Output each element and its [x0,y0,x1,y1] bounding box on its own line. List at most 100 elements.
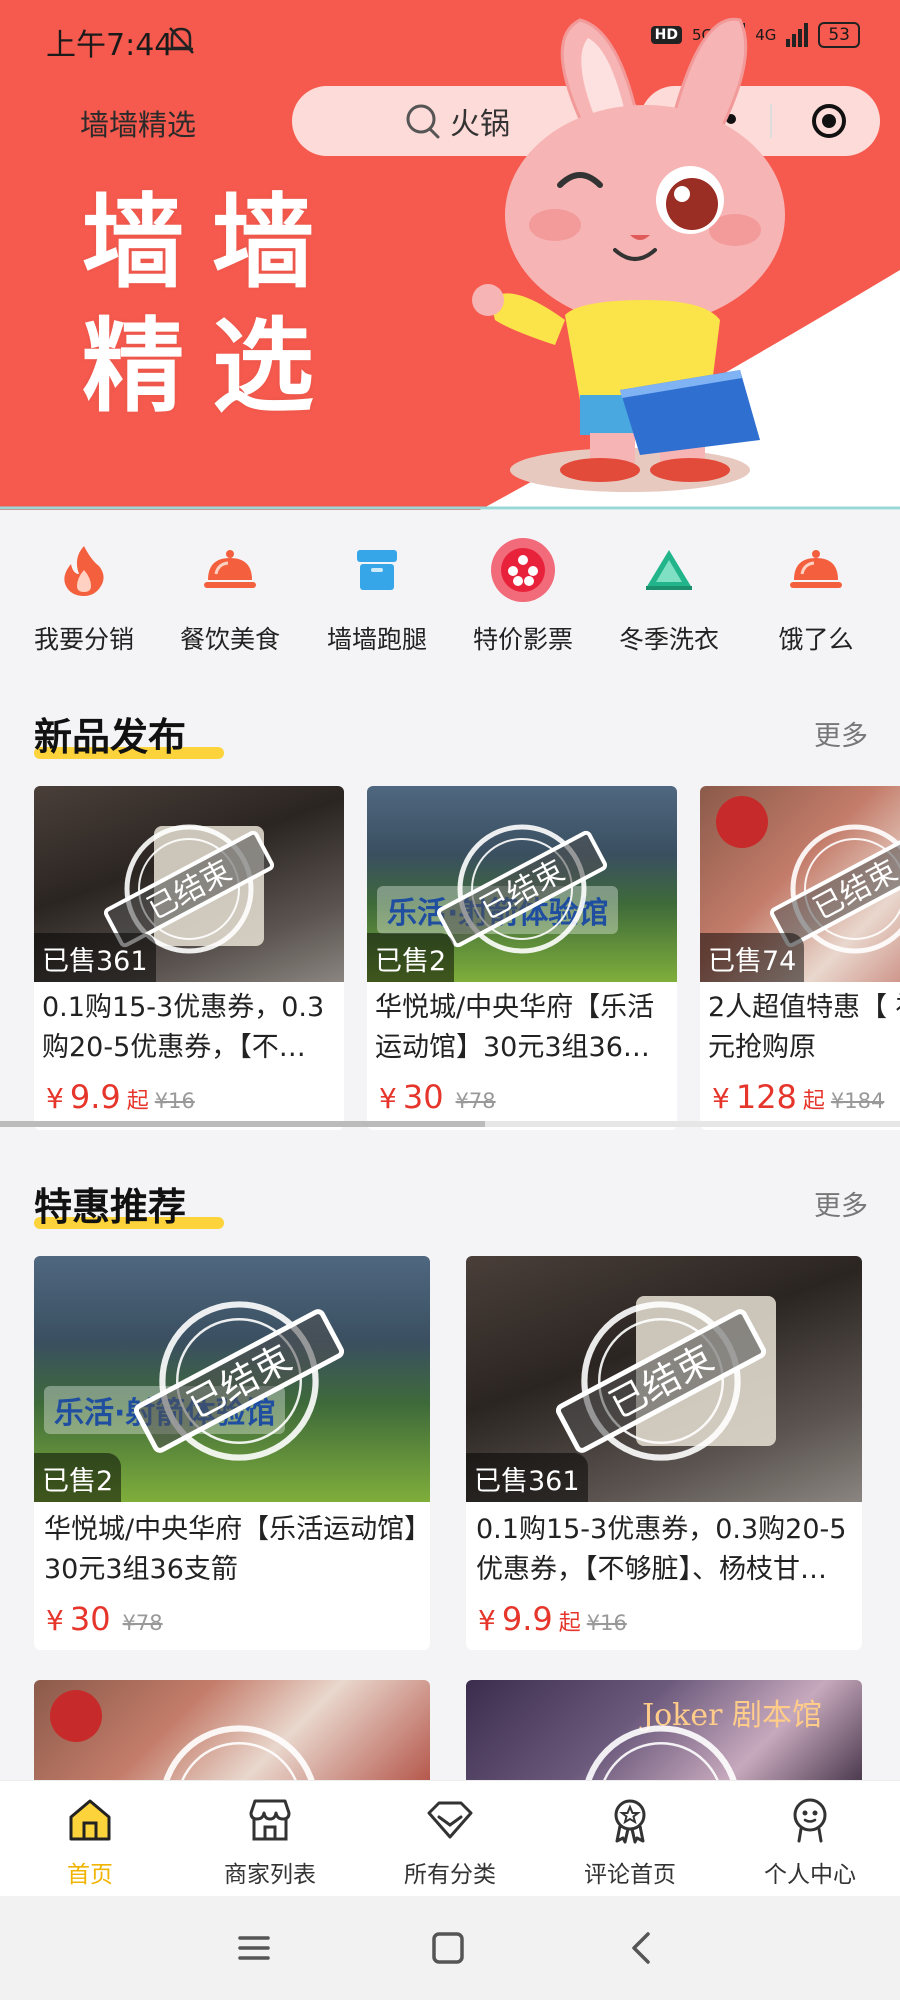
tab-categories[interactable]: 所有分类 [360,1795,540,1889]
category-errand[interactable]: 墙墙跑腿 [307,540,447,656]
status-time: 上午7:44 [46,28,174,63]
box-icon [342,540,412,600]
home-square-icon[interactable] [428,1928,468,1968]
badge-icon [614,1799,646,1844]
banner-title: 墙墙 精选 [82,182,342,430]
triangle-icon [634,540,704,600]
category-grid: 我要分销 餐饮美食 墙墙跑腿 特价影票 冬季洗衣 饿了么 [0,510,900,680]
price-from: 起 [802,1089,825,1114]
category-label: 特价影票 [472,625,573,654]
category-eleme[interactable]: 饿了么 [746,540,886,656]
product-image: 已结束 已售74 [700,786,900,982]
section-title-text: 新品发布 [34,715,187,759]
original-price: ¥184 [830,1089,885,1113]
system-nav-bar [0,1896,900,2000]
header-banner[interactable]: 上午7:44 HD 5G 4G 53 墙墙精选 火锅 墙墙 精选 [0,0,900,510]
tab-stores[interactable]: 商家列表 [180,1795,360,1889]
product-name: 华悦城/中央华府【乐活运动馆】30元3组36… [375,992,655,1063]
tab-label: 所有分类 [404,1862,496,1888]
product-name: 2人超值特惠【 福】99元抢购原 [708,992,900,1063]
original-price: ¥78 [122,1611,163,1635]
sold-count: 已售2 [367,933,455,982]
product-name: 华悦城/中央华府【乐活运动馆】30元3组36支箭 [44,1514,418,1585]
more-link-new[interactable]: 更多 [814,714,868,753]
original-price: ¥16 [586,1611,627,1635]
product-name: 0.1购15-3优惠券，0.3购20-5优惠券，【不够脏】、杨枝甘… [476,1514,847,1585]
category-label: 餐饮美食 [179,625,280,654]
tab-profile[interactable]: 个人中心 [720,1795,900,1889]
tab-reviews[interactable]: 评论首页 [540,1795,720,1889]
currency-symbol: ¥ [379,1082,397,1115]
sold-count: 已售74 [700,933,805,982]
price-value: 128 [735,1078,797,1116]
banner-title-line1: 墙墙 [82,184,342,303]
currency-symbol: ¥ [46,1604,64,1637]
chef-badge [50,1690,102,1742]
more-link-recommend[interactable]: 更多 [814,1184,868,1223]
section-title-text: 特惠推荐 [34,1185,187,1229]
chef-badge [716,796,768,848]
price-row: ¥ 30 ¥78 [367,1074,677,1120]
price-from: 起 [558,1611,581,1636]
currency-symbol: ¥ [46,1082,64,1115]
original-price: ¥16 [154,1089,195,1113]
product-card[interactable]: 乐活·射箭体验馆 已结束 已售2 华悦城/中央华府【乐活运动馆】30元3组36…… [367,786,677,1130]
tab-label: 个人中心 [764,1862,856,1888]
tab-label: 首页 [67,1862,113,1888]
category-label: 墙墙跑腿 [326,625,427,654]
price-row: ¥ 30 ¥78 [34,1596,430,1642]
price-row: ¥ 9.9 起 ¥16 [34,1074,344,1120]
product-image: 乐活·射箭体验馆 已结束 已售2 [367,786,677,982]
app-page: 上午7:44 HD 5G 4G 53 墙墙精选 火锅 墙墙 精选 我要分销 餐饮… [0,0,900,2000]
section-title-recommend: 特惠推荐 [34,1176,224,1231]
menu-icon[interactable] [234,1928,274,1968]
category-label: 冬季洗衣 [618,625,719,654]
currency-symbol: ¥ [712,1082,730,1115]
original-price: ¥78 [455,1089,496,1113]
price-value: 30 [69,1600,111,1638]
category-label: 饿了么 [778,625,854,654]
ended-stamp: 已结束 [134,1301,344,1461]
cloche-icon [195,540,265,600]
price-value: 9.9 [501,1600,553,1638]
category-movie[interactable]: 特价影票 [453,538,593,656]
category-label: 我要分销 [33,625,134,654]
search-icon [406,104,440,139]
ended-stamp: 已结束 [556,1301,766,1461]
diamond-icon [427,1801,473,1839]
category-laundry[interactable]: 冬季洗衣 [599,540,739,656]
ended-stamp: 已结束 [437,824,607,954]
category-food[interactable]: 餐饮美食 [160,540,300,656]
product-image: 已结束 已售361 [466,1256,862,1502]
product-name: 0.1购15-3优惠券，0.3购20-5优惠券，【不… [42,992,325,1063]
product-card[interactable]: 已结束 已售361 0.1购15-3优惠券，0.3购20-5优惠券，【不… ¥ … [34,786,344,1130]
product-card[interactable]: 已结束 已售74 2人超值特惠【 福】99元抢购原 ¥ 128 起 ¥184 [700,786,900,1130]
tab-label: 评论首页 [584,1862,676,1888]
product-image: 已结束 已售361 [34,786,344,982]
back-icon[interactable] [622,1928,662,1968]
tab-home[interactable]: 首页 [0,1795,180,1889]
banner-title-line2: 精选 [82,308,342,427]
film-reel-icon [488,538,558,602]
bottom-tab-bar: 首页 商家列表 所有分类 评论首页 个人中心 [0,1780,900,1896]
cloche-icon [781,540,851,600]
fire-icon [49,540,119,600]
product-card[interactable]: 已结束 已售361 0.1购15-3优惠券，0.3购20-5优惠券，【不够脏】、… [466,1256,862,1650]
product-card[interactable]: 乐活·射箭体验馆 已结束 已售2 华悦城/中央华府【乐活运动馆】30元3组36支… [34,1256,430,1650]
sold-count: 已售361 [34,933,156,982]
carousel-scrollbar[interactable] [0,1121,485,1127]
store-icon [249,1799,291,1841]
price-value: 9.9 [69,1078,121,1116]
price-row: ¥ 9.9 起 ¥16 [466,1596,862,1642]
product-image: 乐活·射箭体验馆 已结束 已售2 [34,1256,430,1502]
price-value: 30 [402,1078,444,1116]
price-from: 起 [126,1089,149,1114]
currency-symbol: ¥ [478,1604,496,1637]
rabbit-mascot-illustration [472,17,785,492]
sold-count: 已售361 [466,1453,588,1502]
section-title-new: 新品发布 [34,706,224,761]
category-fenxiao[interactable]: 我要分销 [14,540,154,656]
tab-label: 商家列表 [224,1862,316,1888]
mini-program-title: 墙墙精选 [80,108,197,142]
sold-count: 已售2 [34,1453,122,1502]
